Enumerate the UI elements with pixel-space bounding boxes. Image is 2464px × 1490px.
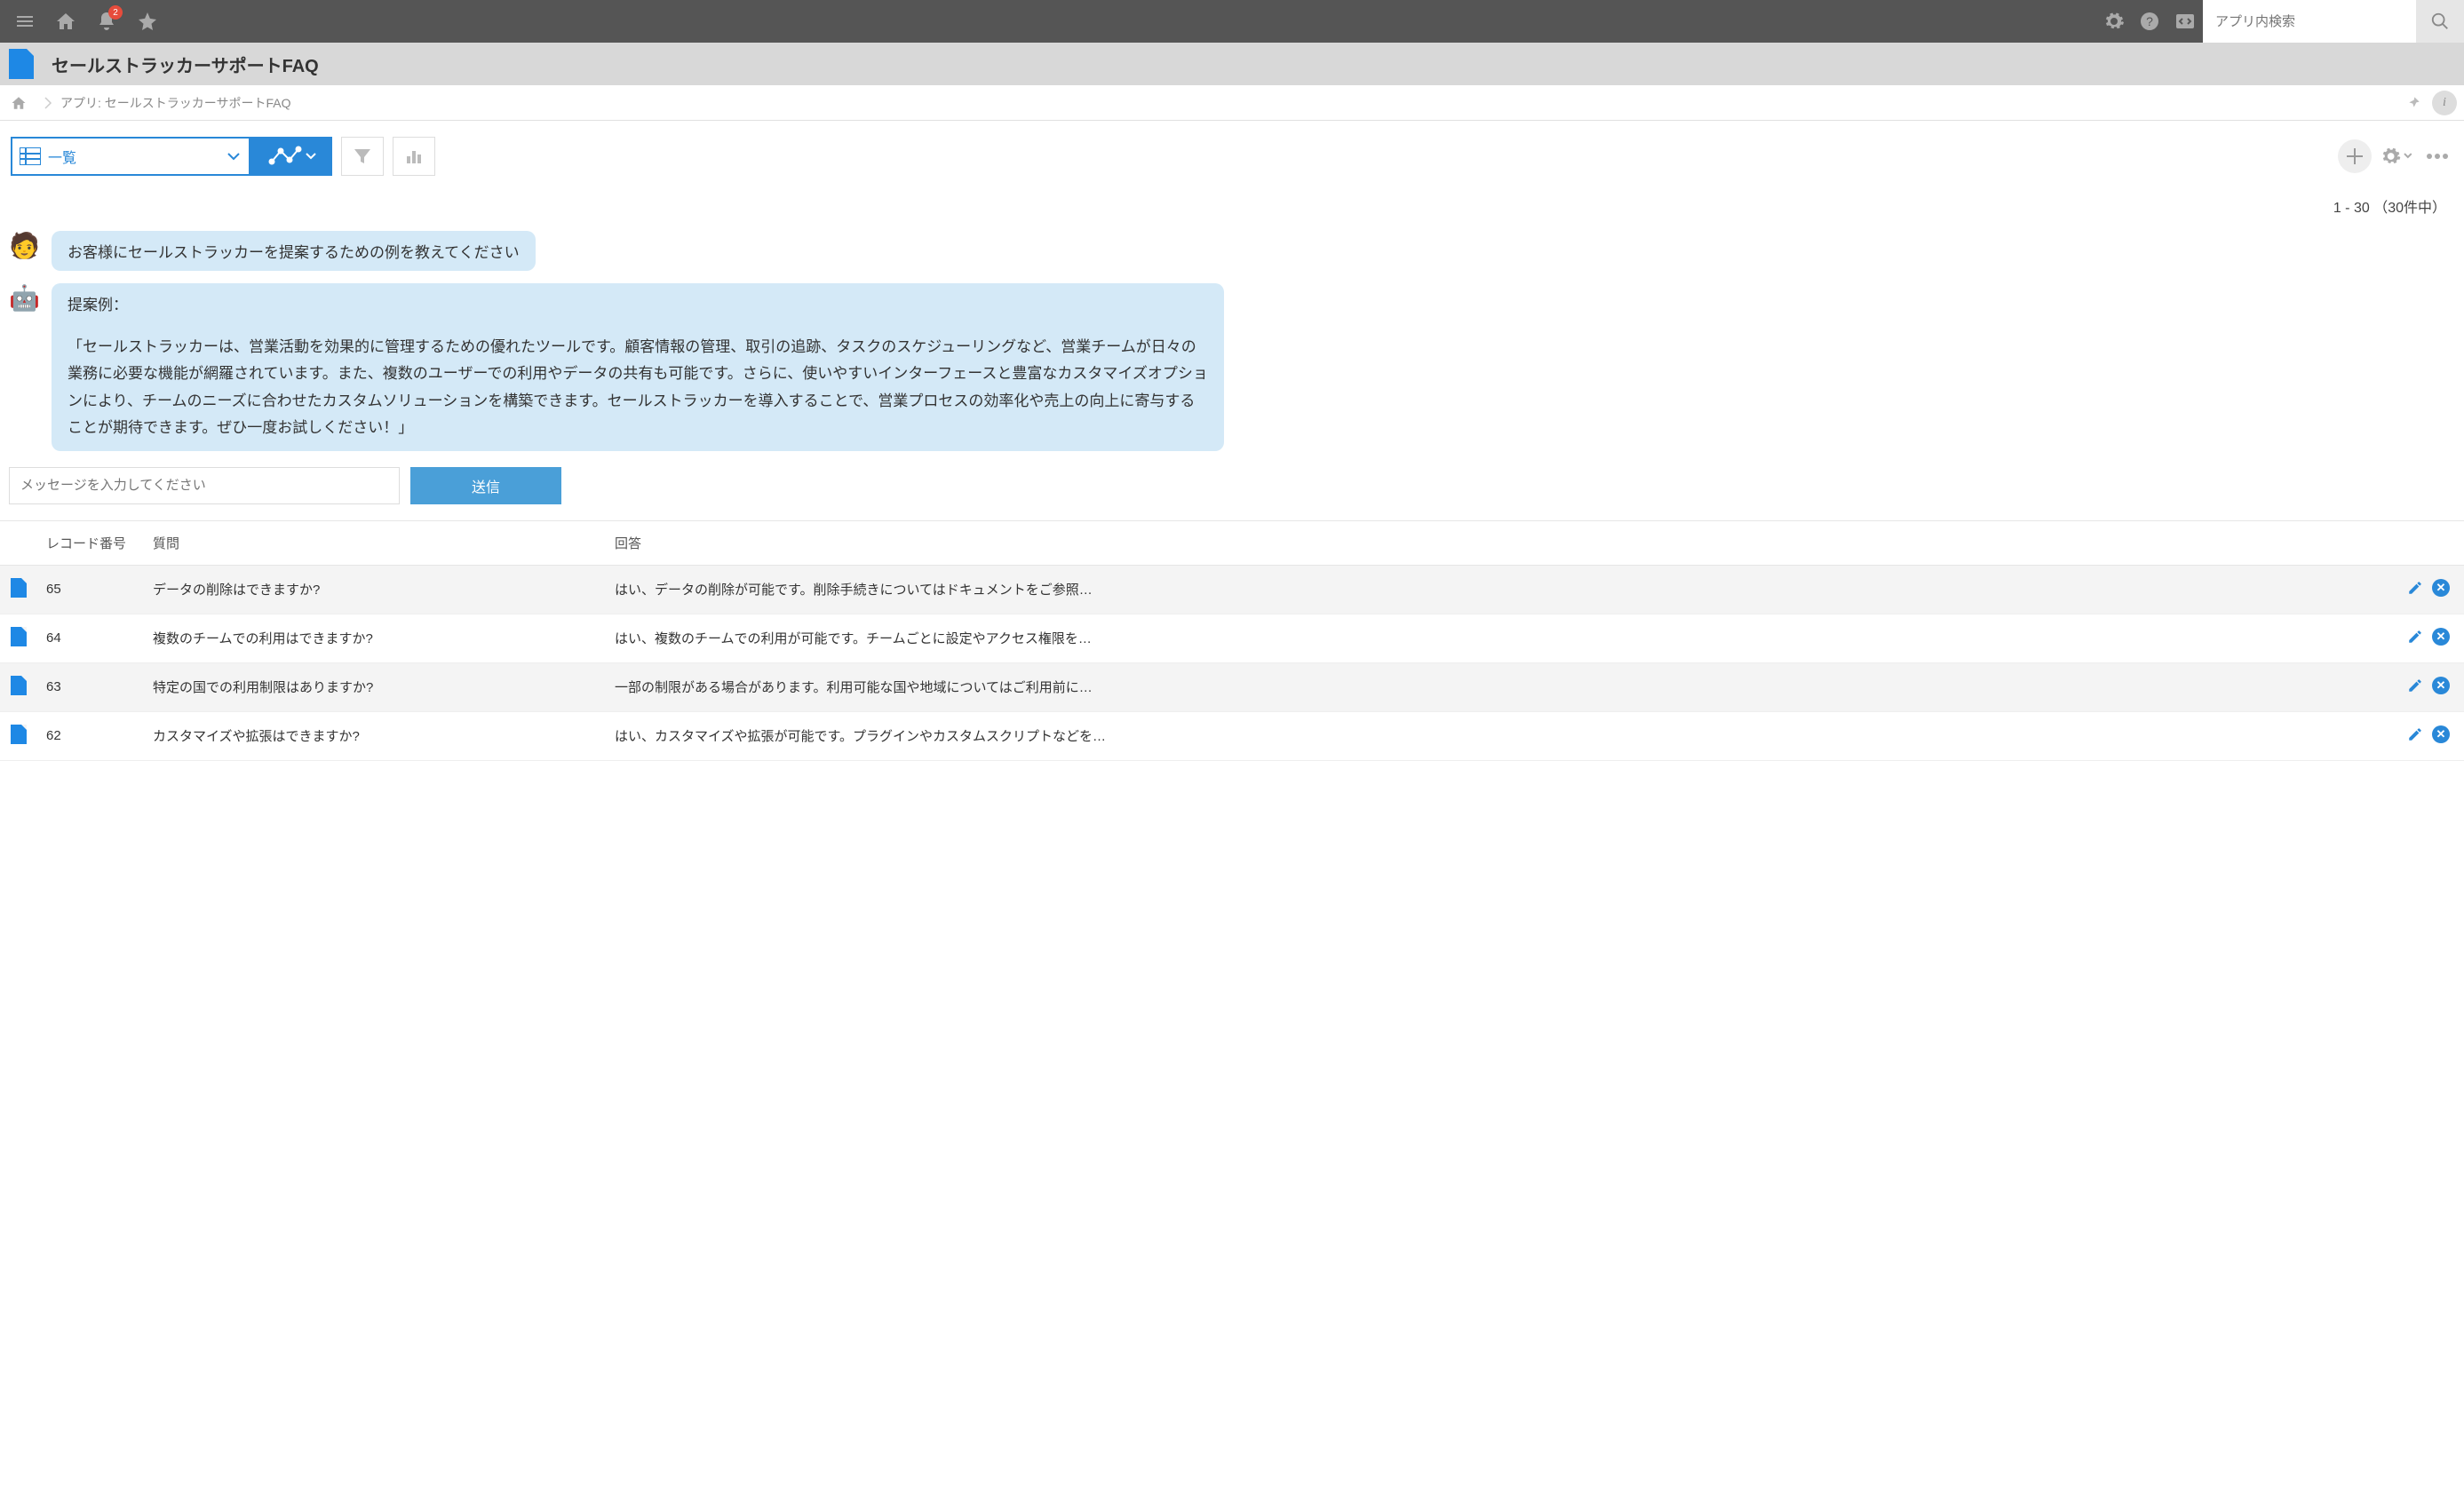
cell-question: カスタマイズや拡張はできますか? — [144, 711, 606, 760]
chat-input[interactable] — [9, 467, 400, 504]
record-doc-icon[interactable] — [11, 627, 27, 646]
edit-icon[interactable] — [2407, 726, 2423, 742]
settings-gear-icon[interactable] — [2096, 4, 2132, 39]
breadcrumb: アプリ: セールストラッカーサポートFAQ i — [0, 85, 2464, 121]
edit-icon[interactable] — [2407, 678, 2423, 693]
cell-record-no: 64 — [37, 614, 144, 662]
bot-message-bubble: 提案例： 「セールストラッカーは、営業活動を効果的に管理するための優れたツールで… — [52, 283, 1224, 451]
notifications-icon[interactable]: 2 — [89, 4, 124, 39]
app-doc-icon — [9, 49, 34, 79]
settings-dropdown[interactable] — [2381, 140, 2412, 172]
svg-text:?: ? — [2146, 14, 2153, 28]
pin-icon[interactable] — [2400, 90, 2427, 116]
search-input[interactable] — [2203, 0, 2416, 43]
chart-button[interactable] — [393, 137, 435, 176]
delete-icon[interactable]: ✕ — [2432, 725, 2450, 743]
menu-icon[interactable] — [7, 4, 43, 39]
cell-answer: はい、カスタマイズや拡張が可能です。プラグインやカスタムスクリプトなどを… — [606, 711, 2393, 760]
global-header: 2 ? — [0, 0, 2464, 43]
edit-icon[interactable] — [2407, 580, 2423, 596]
help-icon[interactable]: ? — [2132, 4, 2167, 39]
page-title: セールストラッカーサポートFAQ — [34, 52, 319, 77]
chevron-down-icon — [306, 153, 316, 160]
table-row[interactable]: 63特定の国での利用制限はありますか?一部の制限がある場合があります。利用可能な… — [0, 662, 2464, 711]
records-table: レコード番号 質問 回答 65データの削除はできますか?はい、データの削除が可能… — [0, 520, 2464, 761]
cell-record-no: 63 — [37, 662, 144, 711]
bot-message-body: 「セールストラッカーは、営業活動を効果的に管理するための優れたツールです。顧客情… — [68, 334, 1208, 442]
user-message-bubble: お客様にセールストラッカーを提案するための例を教えてください — [52, 231, 536, 271]
home-icon[interactable] — [48, 4, 83, 39]
graph-view-button[interactable] — [250, 137, 332, 176]
view-dropdown[interactable]: 一覧 — [11, 137, 250, 176]
edit-icon[interactable] — [2407, 629, 2423, 645]
cell-answer: 一部の制限がある場合があります。利用可能な国や地域についてはご利用前に… — [606, 662, 2393, 711]
notification-badge: 2 — [108, 5, 123, 20]
favorite-icon[interactable] — [130, 4, 165, 39]
record-doc-icon[interactable] — [11, 725, 27, 744]
view-dropdown-label: 一覧 — [48, 146, 220, 167]
cell-question: 特定の国での利用制限はありますか? — [144, 662, 606, 711]
add-record-button[interactable] — [2338, 139, 2372, 173]
delete-icon[interactable]: ✕ — [2432, 579, 2450, 597]
chat-panel: 🧑 お客様にセールストラッカーを提案するための例を教えてください 🤖 提案例： … — [0, 227, 2464, 520]
table-row[interactable]: 62カスタマイズや拡張はできますか?はい、カスタマイズや拡張が可能です。プラグイ… — [0, 711, 2464, 760]
delete-icon[interactable]: ✕ — [2432, 628, 2450, 646]
list-grid-icon — [20, 147, 41, 165]
table-row[interactable]: 65データの削除はできますか?はい、データの削除が可能です。削除手続きについては… — [0, 565, 2464, 614]
col-header-question: 質問 — [144, 520, 606, 565]
breadcrumb-home-icon[interactable] — [7, 91, 30, 115]
app-titlebar: セールストラッカーサポートFAQ — [0, 43, 2464, 85]
cell-record-no: 65 — [37, 565, 144, 614]
record-doc-icon[interactable] — [11, 578, 27, 598]
dev-icon[interactable] — [2167, 4, 2203, 39]
search-button[interactable] — [2416, 0, 2464, 43]
table-row[interactable]: 64複数のチームでの利用はできますか?はい、複数のチームでの利用が可能です。チー… — [0, 614, 2464, 662]
bot-avatar-icon: 🤖 — [9, 283, 39, 313]
view-toolbar: 一覧 — [0, 121, 2464, 183]
cell-answer: はい、データの削除が可能です。削除手続きについてはドキュメントをご参照… — [606, 565, 2393, 614]
cell-question: 複数のチームでの利用はできますか? — [144, 614, 606, 662]
send-button[interactable]: 送信 — [410, 467, 561, 504]
bot-message-heading: 提案例： — [68, 292, 1208, 320]
col-header-record-no: レコード番号 — [37, 520, 144, 565]
breadcrumb-text: アプリ: セールストラッカーサポートFAQ — [60, 94, 291, 112]
cell-record-no: 62 — [37, 711, 144, 760]
more-menu[interactable] — [2421, 140, 2453, 172]
delete-icon[interactable]: ✕ — [2432, 677, 2450, 694]
cell-question: データの削除はできますか? — [144, 565, 606, 614]
global-search — [2203, 0, 2464, 43]
record-doc-icon[interactable] — [11, 676, 27, 695]
filter-button[interactable] — [341, 137, 384, 176]
user-avatar-icon: 🧑 — [9, 231, 39, 261]
col-header-actions — [2393, 520, 2464, 565]
col-header-answer: 回答 — [606, 520, 2393, 565]
record-count: 1 - 30 （30件中） — [0, 183, 2464, 227]
info-icon[interactable]: i — [2432, 91, 2457, 115]
chevron-down-icon — [227, 152, 240, 161]
cell-answer: はい、複数のチームでの利用が可能です。チームごとに設定やアクセス権限を… — [606, 614, 2393, 662]
col-header-icon — [0, 520, 37, 565]
